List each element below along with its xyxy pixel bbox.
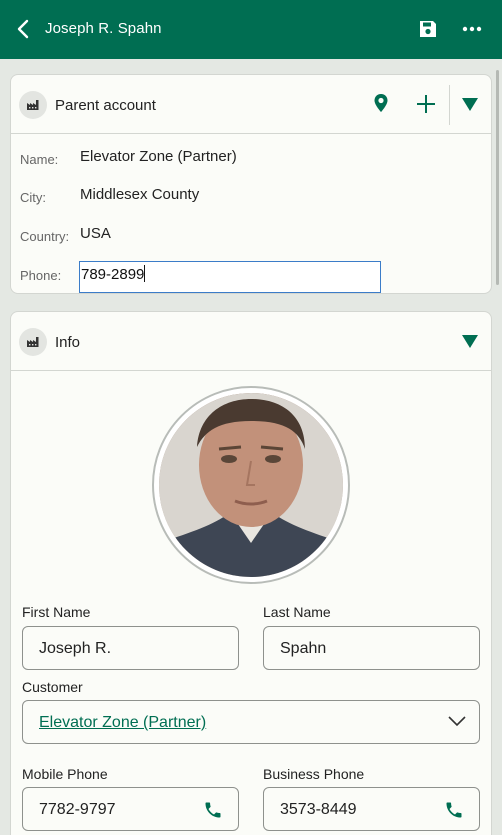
- avatar[interactable]: [152, 386, 350, 584]
- expand-button[interactable]: [462, 98, 480, 112]
- first-name-value: Joseph R.: [39, 640, 112, 657]
- city-label: City:: [20, 190, 46, 205]
- phone-input-value: 789-2899: [81, 266, 145, 283]
- back-button[interactable]: [10, 16, 36, 42]
- mobile-phone-value: 7782-9797: [39, 801, 116, 818]
- factory-icon: [19, 328, 47, 356]
- scrollbar[interactable]: [496, 70, 499, 285]
- card-title: Info: [55, 334, 81, 351]
- save-button[interactable]: [416, 17, 440, 41]
- customer-select[interactable]: Elevator Zone (Partner): [22, 700, 480, 744]
- header-divider: [449, 85, 450, 125]
- factory-icon: [19, 91, 47, 119]
- last-name-value: Spahn: [280, 640, 327, 657]
- business-phone-label: Business Phone: [263, 766, 365, 782]
- customer-label: Customer: [22, 679, 83, 695]
- last-name-field[interactable]: Spahn: [263, 626, 480, 670]
- parent-account-header[interactable]: Parent account: [11, 75, 491, 134]
- mobile-phone-label: Mobile Phone: [22, 766, 108, 782]
- collapse-button[interactable]: [462, 335, 480, 349]
- card-title: Parent account: [55, 97, 156, 114]
- chevron-down-icon: [462, 335, 478, 348]
- plus-icon: [417, 95, 435, 113]
- save-icon: [420, 21, 436, 37]
- profile-photo: [159, 393, 343, 577]
- location-pin-icon: [374, 94, 388, 112]
- name-value: Elevator Zone (Partner): [80, 148, 237, 165]
- app-header: Joseph R. Spahn: [0, 0, 502, 59]
- add-button[interactable]: [416, 94, 438, 116]
- chevron-left-icon: [17, 19, 29, 39]
- name-label: Name:: [20, 152, 59, 167]
- location-button[interactable]: [373, 93, 393, 115]
- info-header[interactable]: Info: [11, 312, 491, 371]
- more-horizontal-icon: [462, 26, 482, 32]
- first-name-label: First Name: [22, 604, 91, 620]
- last-name-label: Last Name: [263, 604, 331, 620]
- business-phone-field[interactable]: 3573-8449: [263, 787, 480, 831]
- phone-icon[interactable]: [203, 800, 223, 820]
- city-value: Middlesex County: [80, 186, 200, 203]
- phone-label: Phone:: [20, 268, 62, 283]
- first-name-field[interactable]: Joseph R.: [22, 626, 239, 670]
- page-title: Joseph R. Spahn: [45, 20, 162, 37]
- more-button[interactable]: [460, 17, 484, 41]
- mobile-phone-field[interactable]: 7782-9797: [22, 787, 239, 831]
- business-phone-value: 3573-8449: [280, 801, 357, 818]
- phone-icon[interactable]: [444, 800, 464, 820]
- phone-input[interactable]: 789-2899: [79, 261, 381, 293]
- parent-account-card: Parent account Name: Elevator Zone (Part…: [10, 74, 492, 294]
- chevron-down-icon: [462, 98, 478, 111]
- text-caret: [144, 265, 146, 282]
- country-value: USA: [80, 225, 111, 242]
- customer-link[interactable]: Elevator Zone (Partner): [39, 714, 206, 731]
- country-label: Country:: [20, 229, 70, 244]
- chevron-down-icon: [448, 716, 466, 727]
